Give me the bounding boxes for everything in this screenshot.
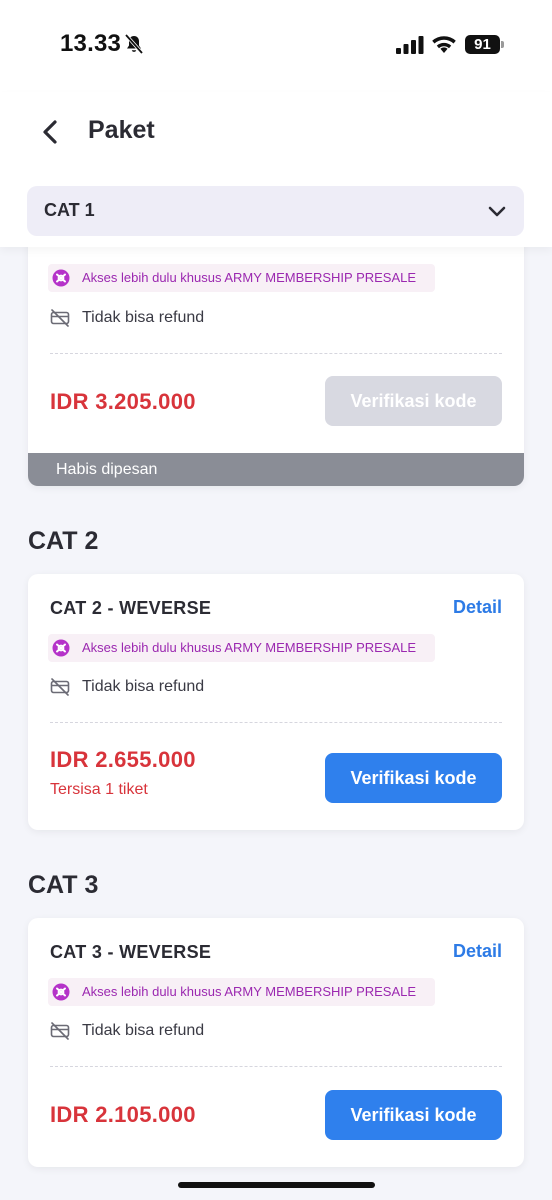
wifi-icon: [432, 36, 456, 53]
membership-badge: Akses lebih dulu khusus ARMY MEMBERSHIP …: [48, 634, 435, 662]
home-indicator: [178, 1182, 375, 1188]
divider: [50, 722, 502, 723]
battery-level: 91: [465, 35, 500, 54]
page-title: Paket: [88, 116, 155, 144]
stock-remaining: Tersisa 1 tiket: [50, 781, 148, 798]
ticket-card-cat-2: CAT 2 - WEVERSE Detail Akses lebih dulu …: [28, 574, 524, 830]
refund-text: Tidak bisa refund: [82, 678, 205, 695]
refund-text: Tidak bisa refund: [82, 1022, 205, 1039]
badge-text: Akses lebih dulu khusus ARMY MEMBERSHIP …: [82, 984, 417, 999]
membership-icon: [52, 983, 70, 1001]
card-title: CAT 2 - WEVERSE: [50, 598, 212, 618]
divider: [50, 353, 502, 354]
divider: [50, 1066, 502, 1067]
verify-code-button[interactable]: Verifikasi kode: [325, 753, 502, 803]
verify-code-button[interactable]: Verifikasi kode: [325, 376, 502, 426]
detail-link[interactable]: Detail: [453, 941, 502, 962]
section-title: CAT 2: [28, 527, 99, 555]
section-cat-1: Akses lebih dulu khusus ARMY MEMBERSHIP …: [0, 207, 552, 505]
membership-badge: Akses lebih dulu khusus ARMY MEMBERSHIP …: [48, 264, 435, 292]
no-refund-icon: [50, 309, 70, 327]
section-cat-3: CAT 3 CAT 3 - WEVERSE Detail Akses lebih…: [0, 853, 552, 1200]
refund-text: Tidak bisa refund: [82, 309, 205, 326]
price: IDR 2.105.000: [50, 1102, 196, 1127]
category-select-value: CAT 1: [44, 200, 95, 220]
status-bar: 13.33 91: [0, 0, 552, 92]
section-cat-2: CAT 2 CAT 2 - WEVERSE Detail Akses lebih…: [0, 509, 552, 853]
card-title: CAT 3 - WEVERSE: [50, 942, 212, 962]
ticket-card-cat-1: Akses lebih dulu khusus ARMY MEMBERSHIP …: [28, 207, 524, 486]
status-time: 13.33: [60, 30, 122, 57]
badge-text: Akses lebih dulu khusus ARMY MEMBERSHIP …: [82, 270, 417, 285]
battery-icon: 91: [465, 35, 505, 54]
membership-icon: [52, 269, 70, 287]
membership-icon: [52, 639, 70, 657]
price: IDR 3.205.000: [50, 389, 196, 414]
no-refund-icon: [50, 1022, 70, 1040]
membership-badge: Akses lebih dulu khusus ARMY MEMBERSHIP …: [48, 978, 435, 1006]
signal-icon: [396, 36, 424, 54]
ticket-card-cat-3: CAT 3 - WEVERSE Detail Akses lebih dulu …: [28, 918, 524, 1167]
bell-muted-icon: [124, 33, 144, 55]
section-title: CAT 3: [28, 871, 99, 899]
back-chevron-icon[interactable]: [38, 118, 62, 146]
soldout-bar: Habis dipesan: [28, 453, 524, 486]
no-refund-icon: [50, 678, 70, 696]
verify-code-button[interactable]: Verifikasi kode: [325, 1090, 502, 1140]
price: IDR 2.655.000: [50, 747, 196, 772]
header: Paket CAT 1: [0, 92, 552, 247]
chevron-down-icon: [488, 206, 506, 217]
badge-text: Akses lebih dulu khusus ARMY MEMBERSHIP …: [82, 640, 417, 655]
category-select[interactable]: CAT 1: [27, 186, 524, 236]
detail-link[interactable]: Detail: [453, 597, 502, 618]
